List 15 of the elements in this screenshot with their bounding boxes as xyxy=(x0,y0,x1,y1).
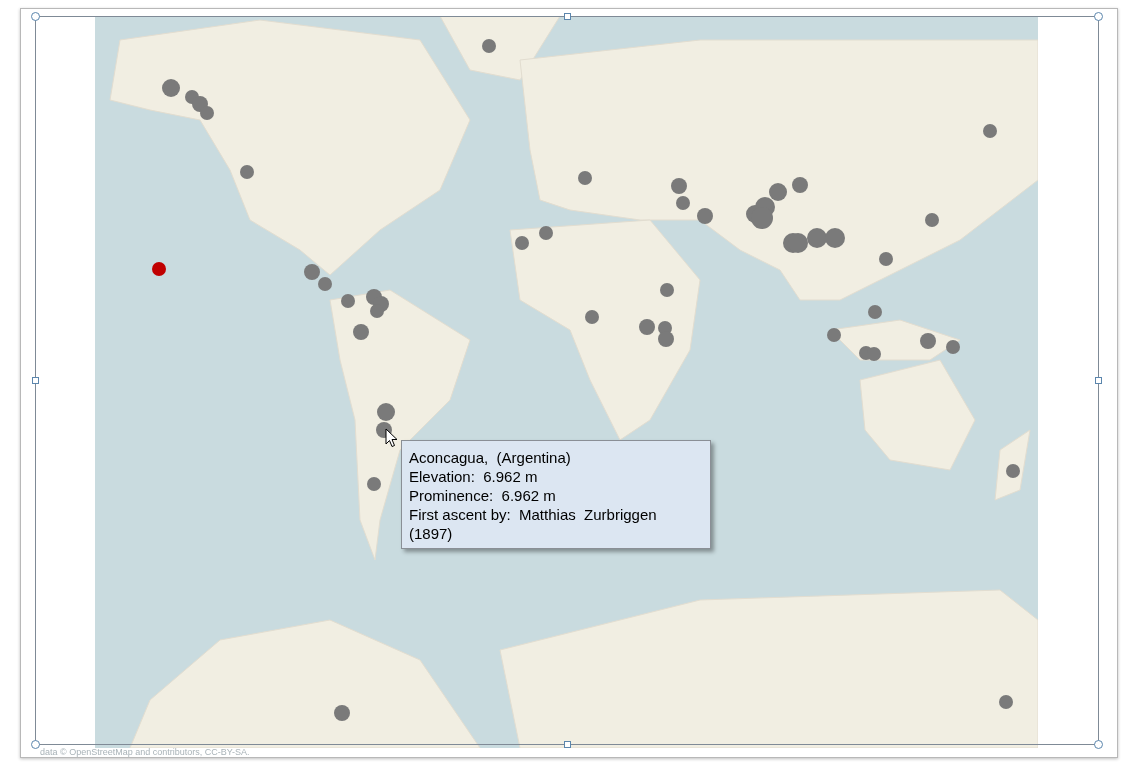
resize-handle[interactable] xyxy=(31,740,40,749)
tooltip-line: First ascent by: Matthias Zurbriggen xyxy=(409,505,658,524)
resize-handle[interactable] xyxy=(564,13,571,20)
resize-handle[interactable] xyxy=(564,741,571,748)
resize-handle[interactable] xyxy=(1094,740,1103,749)
tooltip-line: (1897) xyxy=(409,524,454,543)
resize-handle[interactable] xyxy=(31,12,40,21)
tooltip-line: Aconcagua, (Argentina) xyxy=(409,448,572,467)
resize-handle[interactable] xyxy=(32,377,39,384)
resize-handle[interactable] xyxy=(1095,377,1102,384)
resize-handle[interactable] xyxy=(1094,12,1103,21)
map-attribution: data © OpenStreetMap and contributors, CC-BY-SA. xyxy=(40,747,250,757)
mouse-pointer-icon xyxy=(385,428,398,448)
tooltip-line: Elevation: 6.962 m xyxy=(409,467,539,486)
tooltip-line: Prominence: 6.962 m xyxy=(409,486,557,505)
